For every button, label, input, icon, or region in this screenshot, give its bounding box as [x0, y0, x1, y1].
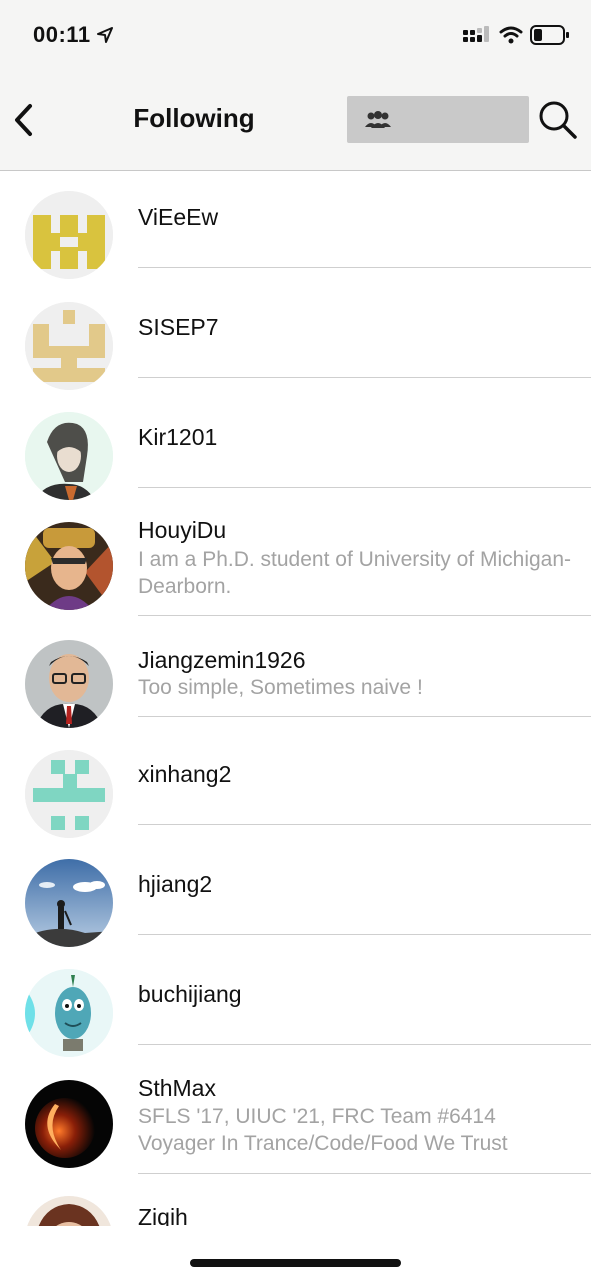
username: Kir1201	[138, 424, 218, 450]
avatar[interactable]	[25, 522, 113, 610]
list-item[interactable]: HouyiDu I am a Ph.D. student of Universi…	[0, 488, 591, 616]
back-button[interactable]	[10, 100, 40, 140]
list-item[interactable]: buchijiang	[0, 935, 591, 1057]
username: SthMax	[138, 1075, 216, 1101]
user-bio: Too simple, Sometimes naive !	[138, 676, 423, 699]
avatar[interactable]	[25, 302, 113, 390]
cellular-signal-icon	[463, 26, 489, 42]
following-list[interactable]: ViEeEw SISEP7 Kir1201 HouyiDu I am a Ph.…	[0, 171, 591, 1226]
location-arrow-icon	[97, 27, 113, 43]
search-icon[interactable]	[537, 99, 579, 141]
list-item[interactable]: Ziqih	[0, 1174, 591, 1226]
list-item[interactable]: hjiang2	[0, 825, 591, 947]
username: Ziqih	[138, 1204, 188, 1226]
list-item[interactable]: ViEeEw	[0, 171, 591, 279]
avatar[interactable]	[25, 859, 113, 947]
list-item[interactable]: SISEP7	[0, 268, 591, 390]
search-field[interactable]	[347, 96, 529, 143]
username: ViEeEw	[138, 204, 219, 230]
avatar[interactable]	[25, 640, 113, 728]
avatar[interactable]	[25, 1080, 113, 1168]
home-indicator[interactable]	[190, 1259, 401, 1267]
list-item[interactable]: Kir1201	[0, 378, 591, 500]
battery-icon	[530, 25, 569, 45]
user-bio: I am a Ph.D. student of University of Mi…	[138, 548, 572, 598]
username: Jiangzemin1926	[138, 647, 306, 673]
avatar[interactable]	[25, 1196, 113, 1226]
user-bio: SFLS '17, UIUC '21, FRC Team #6414 Voyag…	[138, 1105, 508, 1155]
avatar[interactable]	[25, 969, 113, 1057]
username: hjiang2	[138, 871, 213, 897]
avatar[interactable]	[25, 412, 113, 500]
group-icon	[365, 111, 391, 128]
username: SISEP7	[138, 314, 219, 340]
username: xinhang2	[138, 761, 232, 787]
avatar[interactable]	[25, 191, 113, 279]
top-bar: 00:11 Following	[0, 0, 591, 171]
status-time: 00:11	[33, 22, 91, 47]
wifi-icon	[499, 26, 523, 44]
list-item[interactable]: Jiangzemin1926 Too simple, Sometimes nai…	[0, 616, 591, 728]
list-item[interactable]: xinhang2	[0, 717, 591, 838]
username: HouyiDu	[138, 517, 227, 543]
page-title: Following	[133, 103, 255, 133]
list-item[interactable]: SthMax SFLS '17, UIUC '21, FRC Team #641…	[0, 1045, 591, 1174]
username: buchijiang	[138, 981, 242, 1007]
